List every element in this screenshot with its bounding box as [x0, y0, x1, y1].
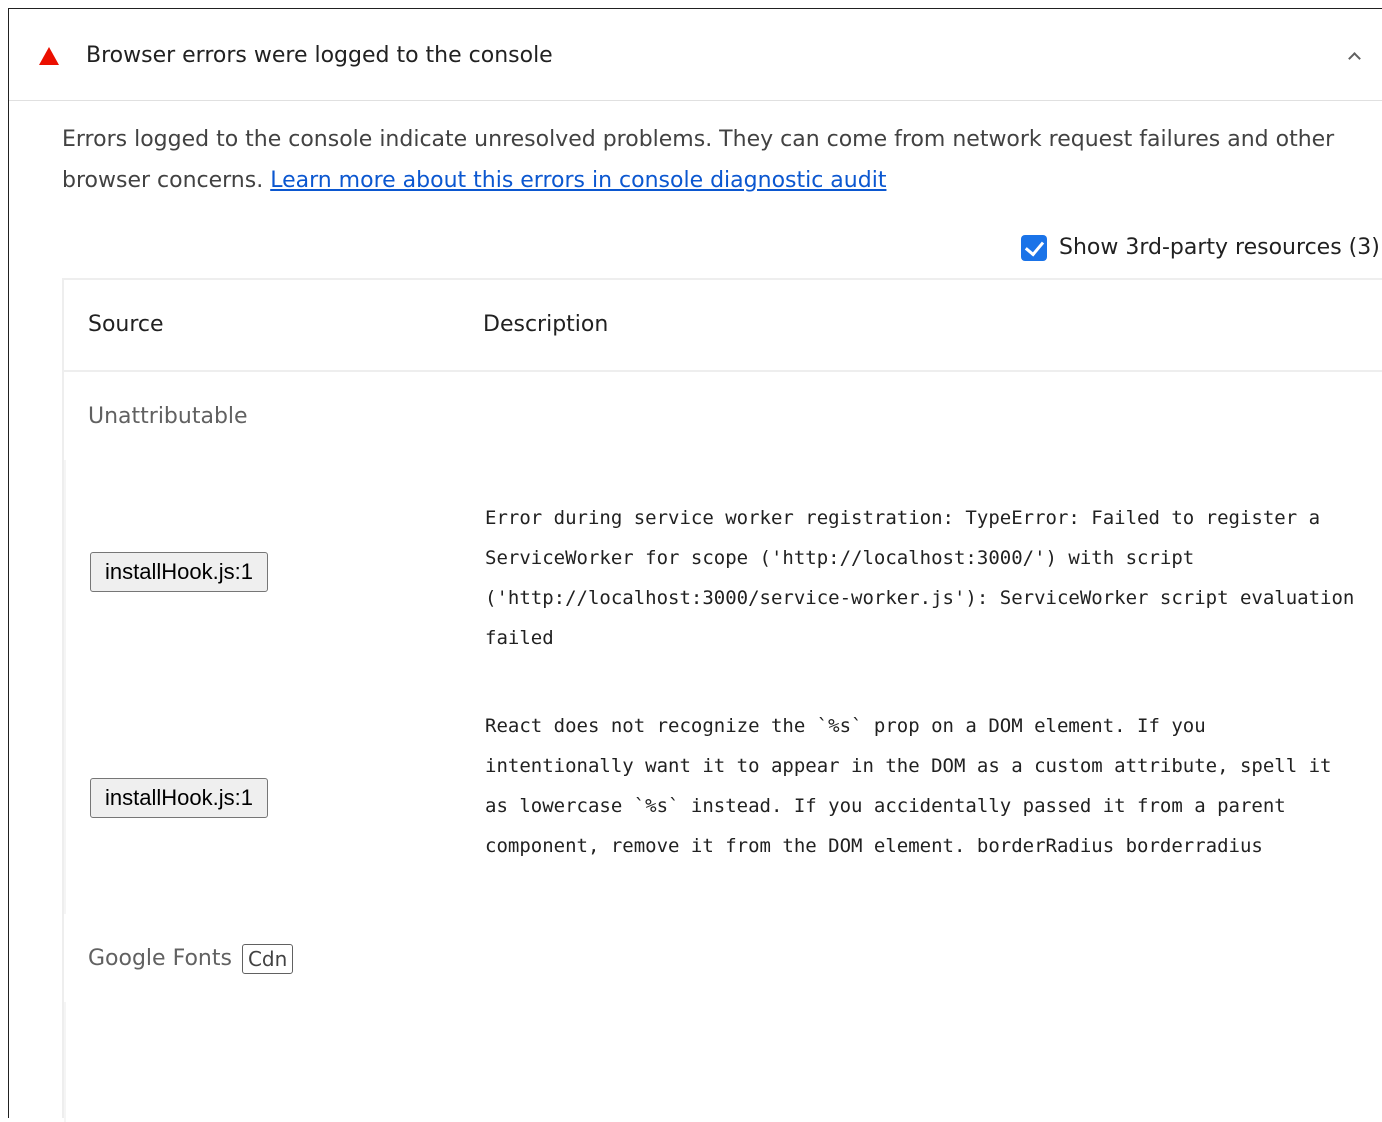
group-name: Google Fonts: [88, 946, 232, 971]
group-name: Unattributable: [88, 404, 248, 429]
third-party-toggle-label: Show 3rd-party resources (3): [1059, 235, 1380, 260]
fail-triangle-icon: [39, 47, 59, 65]
group-row-unattributable: Unattributable: [64, 372, 1382, 460]
table-header: Source Description: [64, 280, 1382, 372]
group-label: Unattributable: [88, 402, 248, 432]
audit-description: Errors logged to the console indicate un…: [62, 119, 1372, 201]
chevron-up-icon[interactable]: [1348, 52, 1361, 65]
group-rows-unattributable: installHook.js:1 Error during service wo…: [64, 460, 1382, 914]
audit-title: Browser errors were logged to the consol…: [86, 43, 553, 68]
error-description: React does not recognize the `%s` prop o…: [485, 715, 1343, 857]
errors-in-console-audit: Browser errors were logged to the consol…: [8, 8, 1382, 1122]
column-header-source: Source: [88, 312, 164, 337]
group-rows-google-fonts: [64, 1002, 1382, 1122]
learn-more-link[interactable]: Learn more about this errors in console …: [270, 168, 886, 193]
details-table: Source Description Unattributable instal…: [62, 278, 1382, 1122]
entity-category-chip: Cdn: [241, 944, 294, 974]
group-row-google-fonts: Google Fonts Cdn: [64, 914, 1382, 1002]
source-location-button[interactable]: installHook.js:1: [90, 778, 268, 818]
third-party-checkbox[interactable]: [1021, 235, 1047, 261]
error-description: Error during service worker registration…: [485, 507, 1366, 649]
source-location-button[interactable]: installHook.js:1: [90, 552, 268, 592]
audit-header[interactable]: Browser errors were logged to the consol…: [9, 9, 1382, 101]
column-header-description: Description: [483, 312, 609, 337]
group-label: Google Fonts Cdn: [88, 944, 294, 974]
